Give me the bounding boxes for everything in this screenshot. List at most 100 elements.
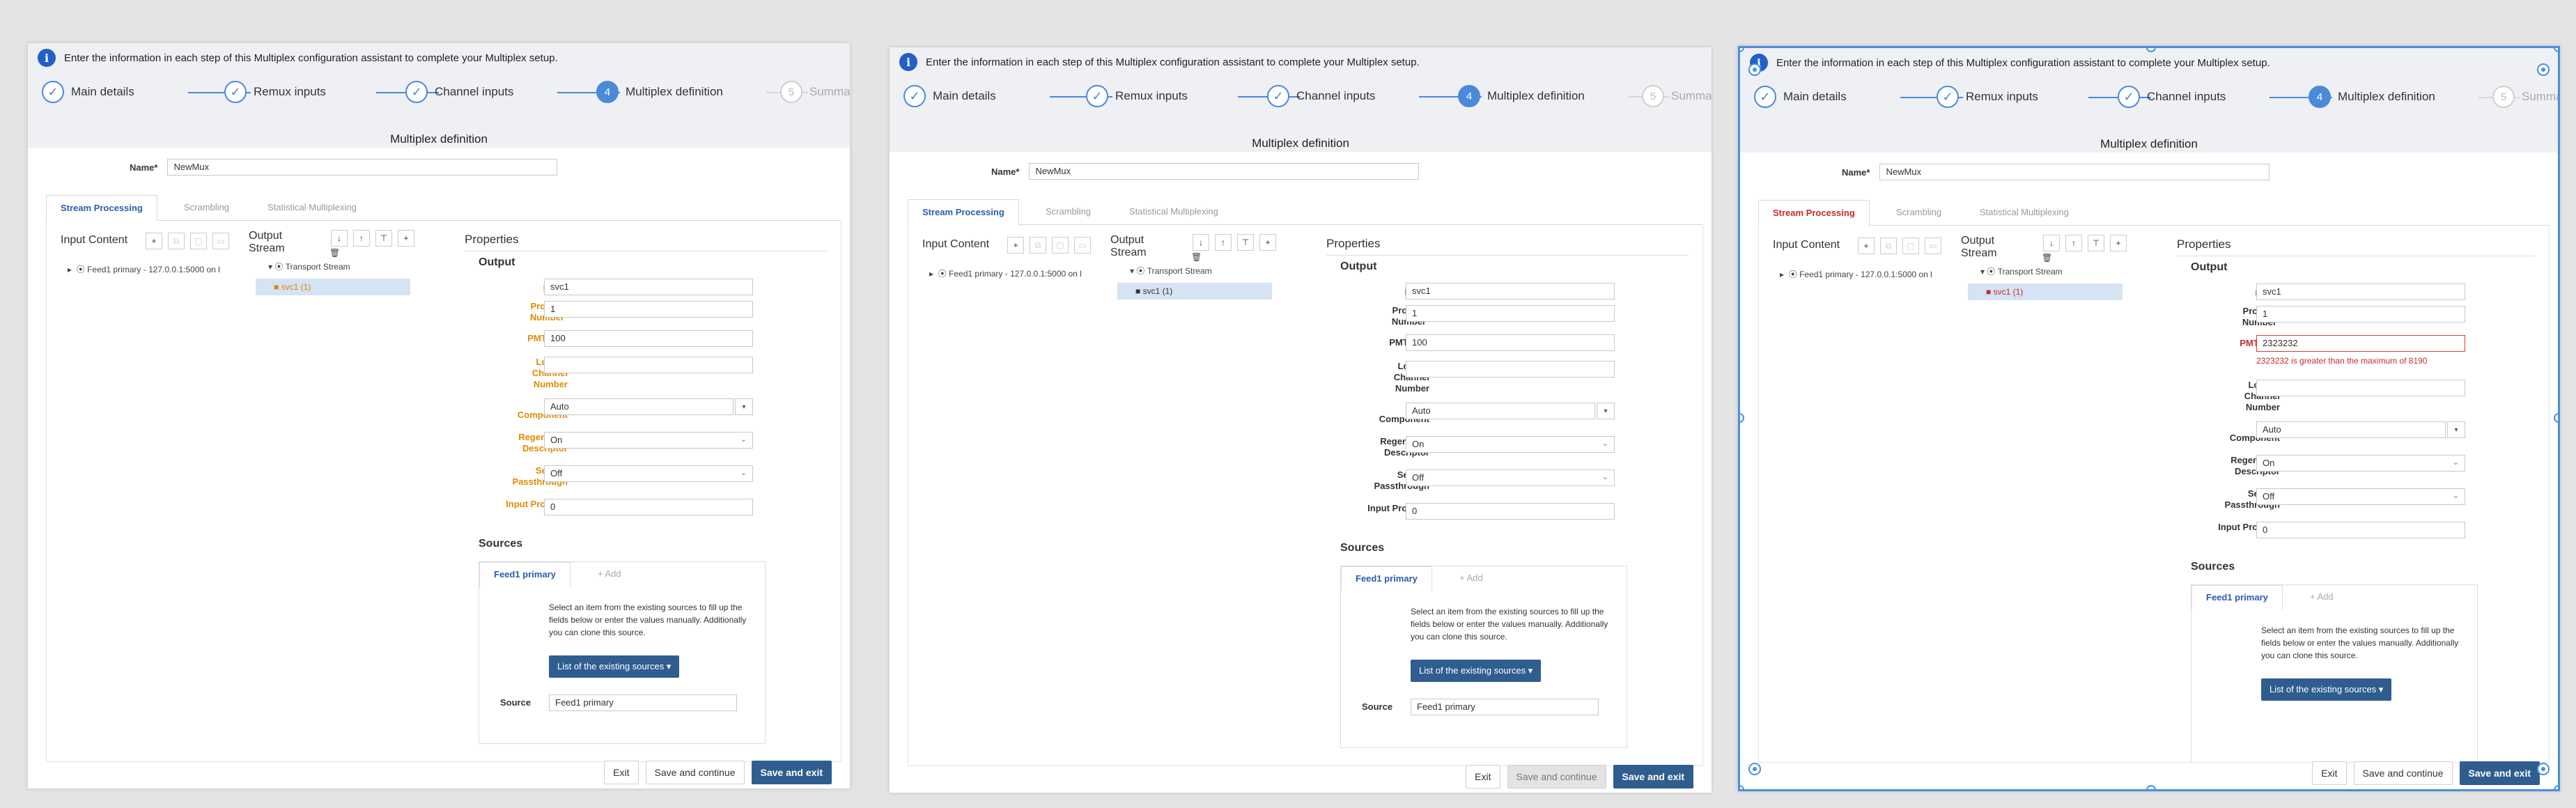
service-passthrough-select[interactable]: Off ⌄ [1406,469,1615,486]
service-name-input[interactable]: svc1 [1406,283,1615,300]
source-tab-feed1[interactable]: Feed1 primary [479,562,571,587]
add-source-tab[interactable]: + Add [2296,585,2348,609]
regenerate-descriptor-select[interactable]: On ⌄ [2256,455,2465,472]
add-icon[interactable]: + [1259,234,1276,251]
resize-handle-bottom[interactable] [2146,785,2156,789]
tab-scrambling[interactable]: Scrambling [1882,200,1955,225]
service-item[interactable]: ■ svc1 (1) [1117,283,1272,300]
source-field-input[interactable]: Feed1 primary [549,694,737,711]
step-main-details[interactable]: ✓ Main details [1754,86,1847,108]
logical-channel-input[interactable] [2256,380,2465,396]
expand-icon[interactable]: ▢ [1902,238,1919,254]
copy-icon[interactable]: ⧉ [1880,238,1897,254]
tab-statistical-multiplexing[interactable]: Statistical Multiplexing [1115,199,1232,224]
service-passthrough-select[interactable]: Off ⌄ [544,465,753,482]
step-main-details[interactable]: ✓ Main details [903,85,996,107]
tab-scrambling[interactable]: Scrambling [1032,199,1105,224]
move-top-icon[interactable]: ⊤ [1237,234,1254,251]
input-tree-item[interactable]: ▸ ⦿ Feed1 primary - 127.0.0.1:5000 on l [929,267,1082,279]
pcr-component-select[interactable]: Auto [2256,421,2446,438]
exit-button[interactable]: Exit [604,761,639,784]
collapse-icon[interactable]: ▭ [1925,238,1941,254]
expand-icon[interactable]: ▢ [1052,237,1069,254]
transport-stream-item[interactable]: ▾ ⦿ Transport Stream [268,261,350,272]
collapse-icon[interactable]: ▭ [212,233,229,249]
pmt-pid-input[interactable]: 2323232 [2256,335,2465,352]
tab-stream-processing[interactable]: Stream Processing [1758,200,1870,226]
step-summary[interactable]: 5Summary [2492,86,2558,108]
anchor-target-icon[interactable] [2537,63,2550,76]
expand-arrow-icon[interactable]: ▸ [1780,270,1784,279]
resize-handle-right[interactable] [2554,413,2558,423]
input-program-input[interactable]: 0 [2256,522,2465,538]
input-program-input[interactable]: 0 [544,499,753,515]
trash-icon[interactable]: 🗑 [329,248,340,258]
regenerate-descriptor-select[interactable]: On ⌄ [1406,436,1615,453]
add-source-tab[interactable]: + Add [584,562,635,586]
add-icon[interactable]: + [2110,235,2127,251]
save-continue-button[interactable]: Save and continue [2353,761,2453,785]
move-up-icon[interactable]: ↑ [1215,234,1232,251]
program-number-input[interactable]: 1 [1406,305,1615,322]
logical-channel-input[interactable] [544,357,753,373]
resize-handle-bottom-left[interactable] [1740,785,1744,789]
source-tab-feed1[interactable]: Feed1 primary [2191,585,2283,610]
trash-icon[interactable]: 🗑 [2042,253,2052,263]
program-number-input[interactable]: 1 [2256,306,2465,323]
save-exit-button[interactable]: Save and exit [2459,761,2540,785]
move-down-icon[interactable]: ↓ [331,230,348,247]
name-input[interactable]: NewMux [167,159,558,176]
service-item[interactable]: ■ svc1 (1) [256,279,410,295]
existing-sources-button[interactable]: List of the existing sources ▾ [549,655,680,678]
source-field-input[interactable]: Feed1 primary [1411,699,1599,715]
step-main-details[interactable]: ✓ Main details [42,81,134,103]
add-icon[interactable]: + [398,230,414,247]
service-item[interactable]: ■ svc1 (1) [1968,283,2123,300]
anchor-target-icon[interactable] [2537,763,2550,775]
tab-stream-processing[interactable]: Stream Processing [908,199,1019,226]
collapse-icon[interactable]: ▭ [1074,237,1091,254]
service-name-input[interactable]: svc1 [544,279,753,295]
service-name-input[interactable]: svc1 [2256,283,2465,300]
expand-arrow-icon[interactable]: ▸ [68,265,72,274]
input-program-input[interactable]: 0 [1406,503,1615,520]
step-summary[interactable]: 5Summary [780,81,850,103]
step-remux-inputs[interactable]: ✓ Remux inputs [1086,85,1188,107]
regenerate-descriptor-select[interactable]: On ⌄ [544,432,753,449]
expand-icon[interactable]: ▢ [190,233,207,249]
step-summary[interactable]: 5Summary [1642,85,1712,107]
anchor-target-icon[interactable] [1748,63,1761,76]
exit-button[interactable]: Exit [1466,765,1500,788]
resize-handle-left[interactable] [1740,413,1744,423]
name-input[interactable]: NewMux [1879,164,2270,180]
add-icon[interactable]: + [146,233,162,249]
tab-statistical-multiplexing[interactable]: Statistical Multiplexing [254,195,371,220]
copy-icon[interactable]: ⧉ [1030,237,1046,254]
step-multiplex-definition[interactable]: 4 Multiplex definition [596,81,723,103]
step-multiplex-definition[interactable]: 4 Multiplex definition [2309,86,2435,108]
existing-sources-button[interactable]: List of the existing sources ▾ [2261,678,2392,701]
add-source-tab[interactable]: + Add [1445,566,1497,590]
step-channel-inputs[interactable]: ✓ Channel inputs [1267,85,1375,107]
logical-channel-input[interactable] [1406,361,1615,378]
dropdown-toggle-icon[interactable]: ▾ [1597,403,1615,419]
input-tree-item[interactable]: ▸ ⦿ Feed1 primary - 127.0.0.1:5000 on l [68,263,220,275]
step-remux-inputs[interactable]: ✓ Remux inputs [1937,86,2038,108]
anchor-target-icon[interactable] [1748,763,1761,775]
save-continue-button[interactable]: Save and continue [645,761,745,784]
move-top-icon[interactable]: ⊤ [375,230,392,247]
existing-sources-button[interactable]: List of the existing sources ▾ [1411,660,1542,682]
program-number-input[interactable]: 1 [544,301,753,318]
name-input[interactable]: NewMux [1029,163,1420,180]
save-continue-button[interactable]: Save and continue [1507,765,1606,788]
step-remux-inputs[interactable]: ✓ Remux inputs [224,81,326,103]
pmt-pid-input[interactable]: 100 [1406,334,1615,351]
tab-stream-processing[interactable]: Stream Processing [46,195,157,222]
pmt-pid-input[interactable]: 100 [544,330,753,347]
service-passthrough-select[interactable]: Off ⌄ [2256,488,2465,505]
add-icon[interactable]: + [1007,237,1024,254]
dropdown-toggle-icon[interactable]: ▾ [735,398,753,415]
move-top-icon[interactable]: ⊤ [2088,235,2104,251]
move-up-icon[interactable]: ↑ [2065,235,2082,251]
move-up-icon[interactable]: ↑ [353,230,370,247]
